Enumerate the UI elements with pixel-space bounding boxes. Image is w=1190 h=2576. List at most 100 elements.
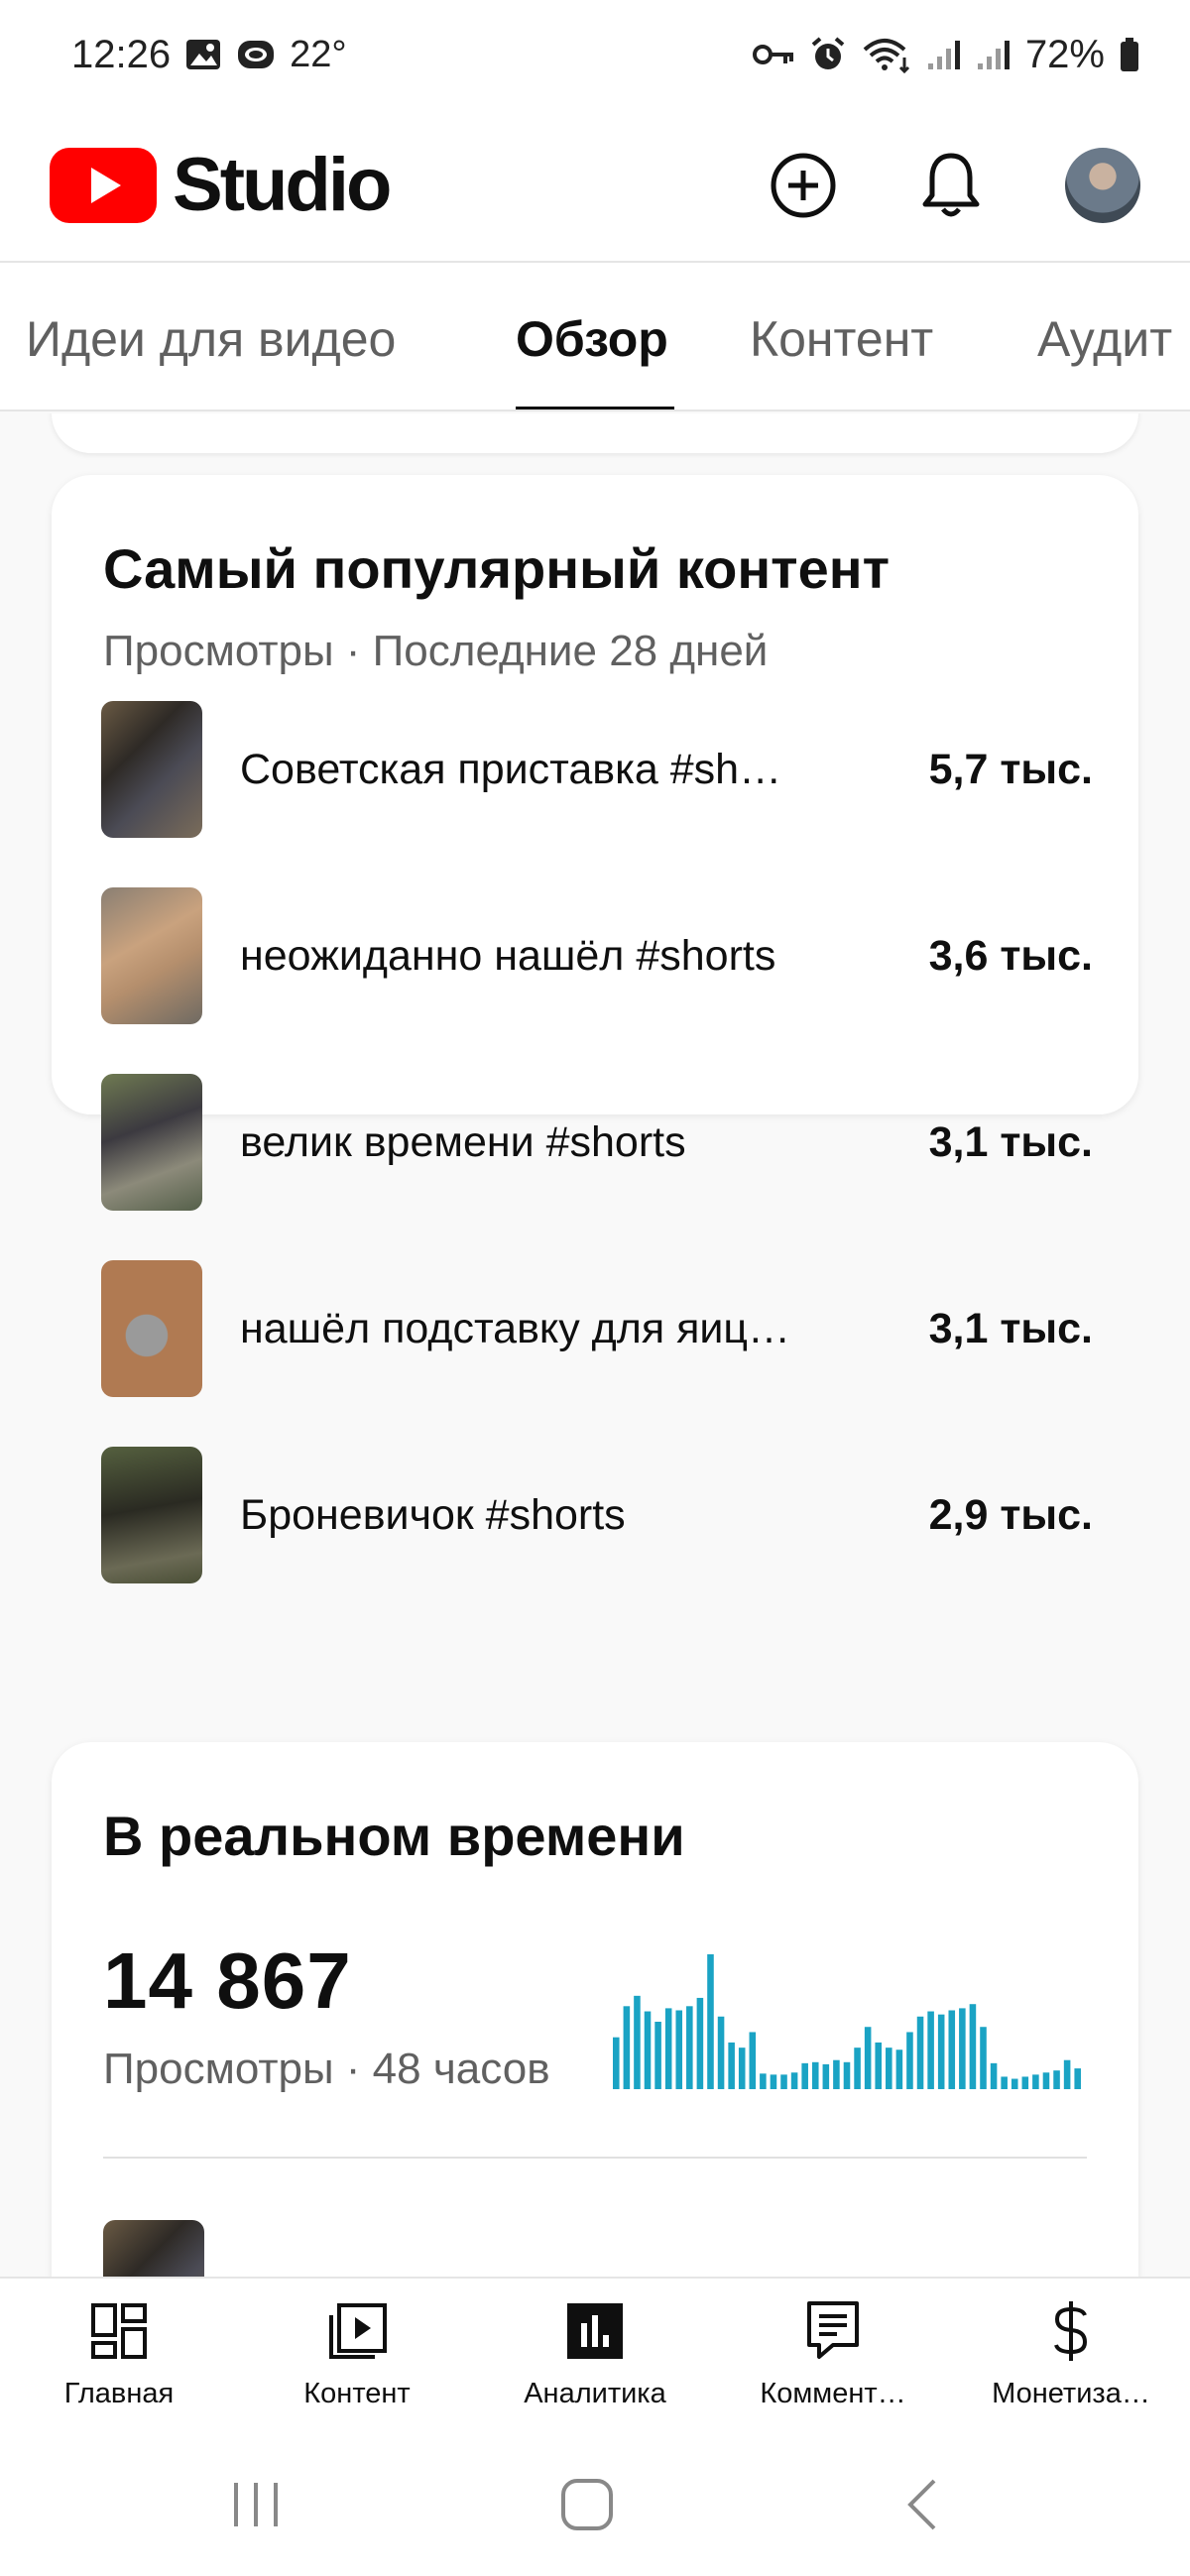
nav-monetization[interactable]: Монетиза… — [952, 2296, 1190, 2410]
dashboard-icon — [91, 2303, 147, 2359]
alarm-icon — [811, 37, 845, 69]
status-temperature: 22° — [290, 33, 347, 75]
top-content-card: Самый популярный контент Просмотры · Пос… — [52, 475, 1138, 1583]
video-thumbnail — [101, 1074, 202, 1211]
tab-overview[interactable]: Обзор — [516, 310, 668, 368]
realtime-bar — [843, 2061, 851, 2089]
realtime-bar — [886, 2048, 892, 2089]
realtime-bar — [634, 1995, 641, 2089]
youtube-logo-icon — [50, 147, 157, 223]
video-title: Броневичок #shorts — [240, 1490, 626, 1539]
realtime-bar — [980, 2027, 987, 2089]
signal-icon — [977, 41, 1010, 69]
realtime-bar — [623, 2006, 631, 2089]
realtime-bar — [990, 2062, 998, 2089]
realtime-bar — [707, 1954, 714, 2089]
realtime-bar — [654, 2022, 661, 2089]
video-views: 3,1 тыс. — [928, 1304, 1093, 1352]
video-thumbnail — [101, 887, 202, 1024]
realtime-bar — [717, 2016, 725, 2089]
realtime-bar — [644, 2011, 652, 2089]
realtime-bar — [1063, 2059, 1071, 2089]
realtime-bar — [969, 2004, 977, 2089]
video-thumbnail — [101, 701, 202, 838]
top-content-title: Самый популярный контент — [103, 537, 890, 600]
realtime-bar — [801, 2062, 808, 2089]
signal-icon — [927, 41, 960, 69]
comments-icon — [807, 2301, 859, 2359]
nav-dashboard-label: Главная — [63, 2378, 175, 2409]
previous-card-edge — [52, 413, 1138, 453]
back-icon[interactable] — [896, 2475, 956, 2534]
realtime-bar-chart — [613, 1954, 1081, 2089]
top-content-subtitle: Просмотры · Последние 28 дней — [103, 627, 769, 675]
realtime-bar — [959, 2008, 966, 2089]
status-bar: 12:26 22° 72% — [0, 0, 1190, 109]
realtime-bar — [749, 2032, 757, 2089]
avatar[interactable] — [1065, 147, 1140, 223]
video-row[interactable]: нашёл подставку для яиц… 3,1 тыс. — [101, 1259, 1093, 1398]
realtime-bar — [937, 2014, 945, 2089]
realtime-bar — [811, 2061, 819, 2089]
tab-bar: Идеи для видео Обзор Контент Аудит — [0, 263, 1190, 411]
nav-content[interactable]: Контент — [238, 2296, 476, 2410]
video-row[interactable]: велик времени #shorts 3,1 тыс. — [101, 1073, 1093, 1212]
realtime-bar — [686, 2006, 693, 2089]
recents-icon[interactable] — [226, 2475, 286, 2534]
nav-dashboard[interactable]: Главная — [0, 2296, 238, 2410]
active-tab-indicator — [516, 407, 674, 410]
realtime-bar — [760, 2073, 767, 2089]
nav-analytics-label: Аналитика — [524, 2378, 666, 2409]
nav-content-label: Контент — [303, 2378, 411, 2409]
tab-ideas[interactable]: Идеи для видео — [26, 310, 396, 368]
app-name: Studio — [173, 143, 392, 227]
realtime-bar — [1001, 2076, 1008, 2089]
image-icon — [186, 40, 221, 69]
realtime-bar — [1021, 2076, 1029, 2089]
tab-audience[interactable]: Аудит — [1037, 310, 1172, 368]
nav-analytics[interactable]: Аналитика — [476, 2296, 714, 2410]
realtime-bar — [664, 2008, 672, 2089]
video-row[interactable]: неожиданно нашёл #shorts 3,6 тыс. — [101, 886, 1093, 1025]
tab-content[interactable]: Контент — [750, 310, 933, 368]
realtime-bar — [780, 2074, 787, 2089]
video-title: нашёл подставку для яиц… — [240, 1304, 791, 1352]
realtime-subtitle: Просмотры · 48 часов — [103, 2045, 550, 2093]
realtime-bar — [675, 2010, 683, 2089]
bottom-nav: Главная Контент Аналитика Коммент… Монет… — [0, 2277, 1190, 2435]
video-thumbnail — [101, 1260, 202, 1397]
home-icon[interactable] — [557, 2475, 617, 2534]
realtime-bar — [927, 2011, 934, 2089]
realtime-card[interactable]: В реальном времени 14 867 Просмотры · 48… — [52, 1742, 1138, 2278]
video-views: 5,7 тыс. — [928, 745, 1093, 793]
wifi-icon — [863, 39, 909, 73]
nav-monetization-label: Монетиза… — [992, 2378, 1150, 2409]
realtime-bar — [854, 2048, 861, 2089]
realtime-divider — [103, 2157, 1087, 2159]
realtime-bar — [1011, 2078, 1018, 2089]
realtime-bar — [613, 2037, 620, 2089]
notifications-icon[interactable] — [920, 150, 982, 221]
video-row[interactable]: Советская приставка #sh… 5,7 тыс. — [101, 700, 1093, 839]
youtube-studio-logo[interactable]: Studio — [50, 142, 392, 228]
create-icon[interactable] — [770, 152, 837, 219]
video-row[interactable]: Броневичок #shorts 2,9 тыс. — [101, 1446, 1093, 1584]
realtime-bar — [1032, 2074, 1039, 2089]
nav-comments-label: Коммент… — [760, 2378, 906, 2409]
video-title: Советская приставка #sh… — [240, 745, 782, 793]
realtime-bar — [948, 2010, 956, 2089]
realtime-bar — [916, 2016, 924, 2089]
realtime-bar — [833, 2059, 840, 2089]
nav-comments[interactable]: Коммент… — [714, 2296, 952, 2410]
overview-scroll-area[interactable]: Самый популярный контент Просмотры · Пос… — [0, 413, 1190, 2278]
realtime-bar — [790, 2072, 798, 2089]
realtime-bar — [696, 1997, 704, 2089]
video-thumbnail — [101, 1447, 202, 1583]
realtime-bar — [1042, 2072, 1050, 2089]
outlook-icon — [238, 41, 275, 68]
realtime-views-count: 14 867 — [103, 1936, 352, 2025]
realtime-bar — [864, 2027, 872, 2089]
realtime-bar — [1074, 2068, 1081, 2089]
realtime-title: В реальном времени — [103, 1805, 685, 1867]
content-icon — [329, 2303, 387, 2359]
